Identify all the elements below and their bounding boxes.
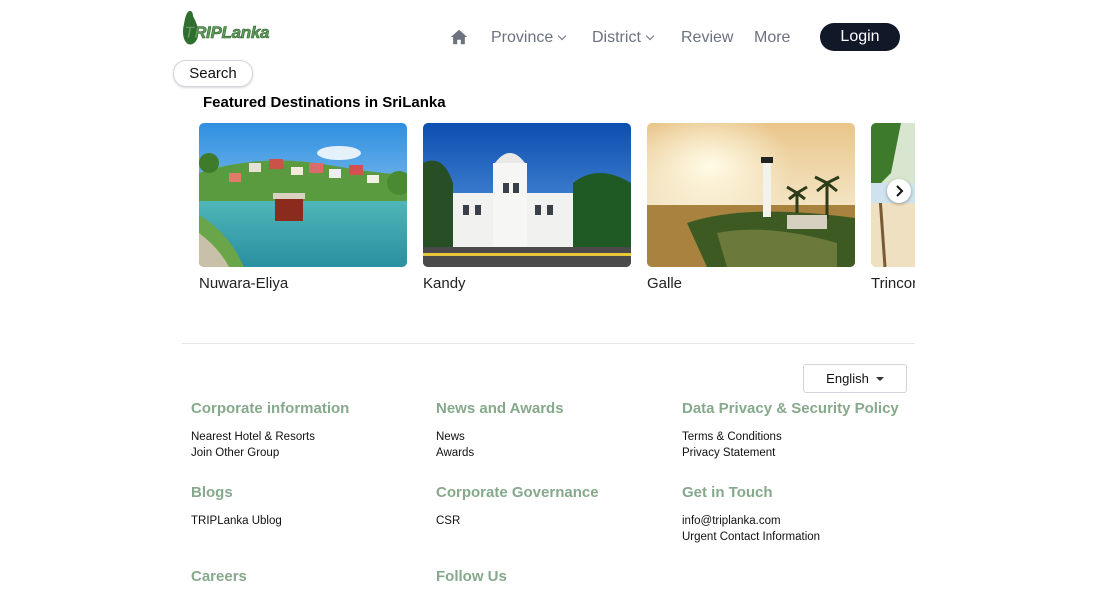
destination-name: Kandy <box>423 275 466 292</box>
footer-heading-data-privacy: Data Privacy & Security Policy <box>682 400 899 417</box>
logo-text: TRIPLanka <box>184 23 270 43</box>
chevron-right-icon <box>896 185 904 197</box>
destination-image <box>647 123 855 267</box>
footer-link-terms[interactable]: Terms & Conditions <box>682 429 782 445</box>
footer-heading-careers: Careers <box>191 568 247 585</box>
destinations-carousel: Nuwara-Eliya Kandy Galle Trinco <box>199 123 915 303</box>
destination-image <box>199 123 407 267</box>
footer-link-join-other-group[interactable]: Join Other Group <box>191 445 279 461</box>
destination-name: Trincomalee <box>871 275 915 292</box>
footer-heading-news-awards: News and Awards <box>436 400 564 417</box>
site-logo[interactable]: TRIPLanka <box>180 8 272 50</box>
footer-link-csr[interactable]: CSR <box>436 513 460 529</box>
footer-divider <box>182 343 915 344</box>
footer-link-urgent-contact[interactable]: Urgent Contact Information <box>682 529 820 545</box>
footer-link-news[interactable]: News <box>436 429 465 445</box>
nav-province-label: Province <box>491 29 554 46</box>
chevron-down-icon <box>558 31 567 41</box>
footer-link-privacy-statement[interactable]: Privacy Statement <box>682 445 775 461</box>
carousel-next-button[interactable] <box>887 179 911 203</box>
nav-province[interactable]: Province <box>491 29 567 47</box>
footer-heading-corporate-governance: Corporate Governance <box>436 484 599 501</box>
chevron-down-icon <box>645 31 655 41</box>
nav-more[interactable]: More <box>754 29 790 47</box>
nav-district-label: District <box>592 29 641 46</box>
nav-review[interactable]: Review <box>681 29 733 47</box>
footer-link-email[interactable]: info@triplanka.com <box>682 513 781 529</box>
language-label: English <box>826 371 869 386</box>
destination-name: Nuwara-Eliya <box>199 275 289 292</box>
footer-heading-follow-us: Follow Us <box>436 568 507 585</box>
destination-name: Galle <box>647 275 683 292</box>
footer-link-awards[interactable]: Awards <box>436 445 474 461</box>
featured-destinations-title: Featured Destinations in SriLanka <box>203 94 446 111</box>
language-select[interactable]: English <box>803 364 907 393</box>
caret-down-icon <box>875 376 884 381</box>
destination-card-galle[interactable]: Galle <box>647 123 855 292</box>
destination-card-kandy[interactable]: Kandy <box>423 123 631 292</box>
destination-card-trincomalee[interactable]: Trincomalee <box>871 123 915 292</box>
nav-district[interactable]: District <box>592 29 655 47</box>
destination-image <box>423 123 631 267</box>
home-icon[interactable] <box>450 28 468 46</box>
destination-card-nuwara-eliya[interactable]: Nuwara-Eliya <box>199 123 407 292</box>
footer-heading-blogs: Blogs <box>191 484 233 501</box>
footer-link-nearest-hotel[interactable]: Nearest Hotel & Resorts <box>191 429 315 445</box>
footer-link-ublog[interactable]: TRIPLanka Ublog <box>191 513 282 529</box>
search-button[interactable]: Search <box>173 60 253 87</box>
footer-heading-get-in-touch: Get in Touch <box>682 484 773 501</box>
login-button[interactable]: Login <box>820 23 900 51</box>
footer-heading-corporate-information: Corporate information <box>191 400 350 417</box>
